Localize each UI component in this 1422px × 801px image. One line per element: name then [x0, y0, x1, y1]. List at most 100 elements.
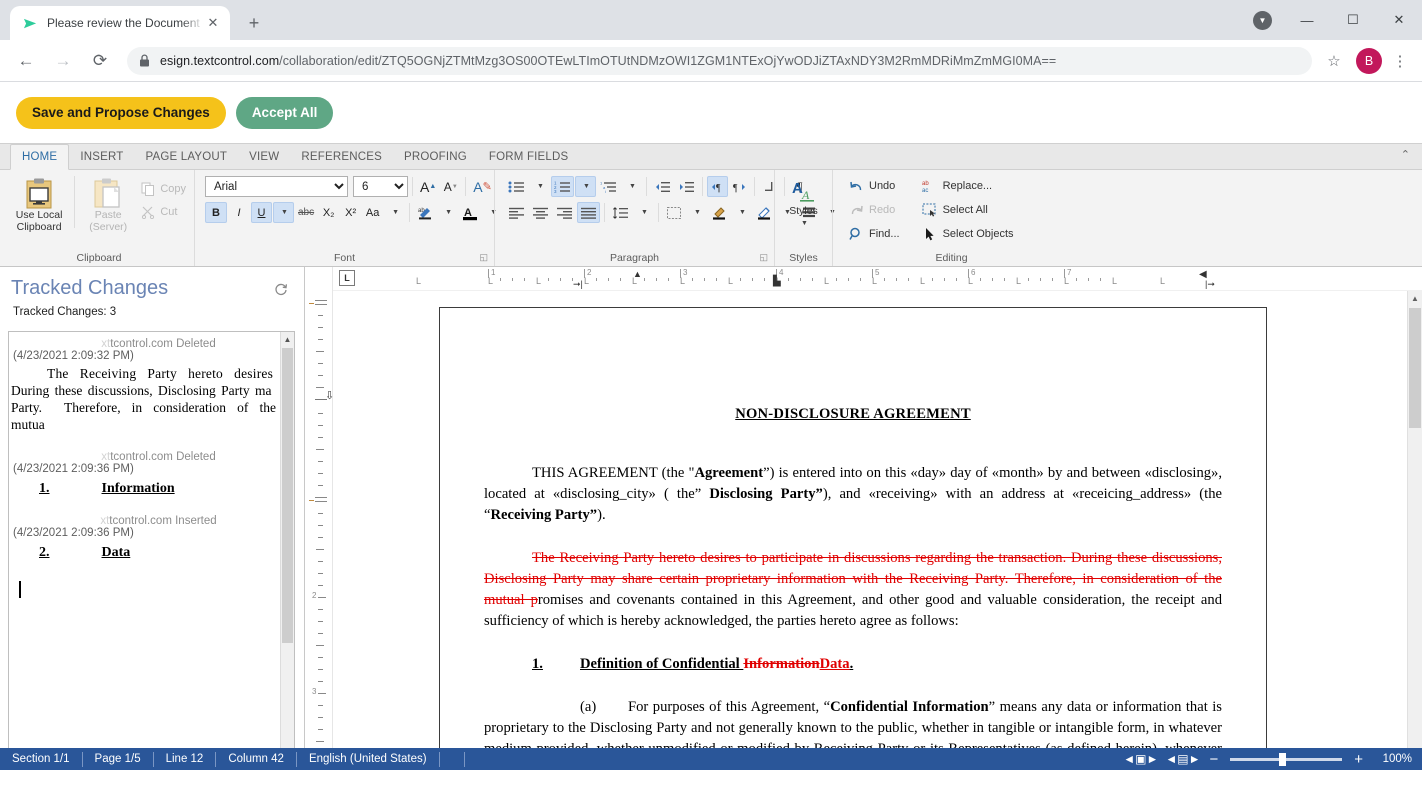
increase-indent-icon[interactable] [675, 176, 698, 197]
list-item[interactable]: xttcontrol.com Deleted (4/23/2021 2:09:3… [9, 332, 294, 437]
rtl-icon[interactable]: ¶ [729, 176, 750, 197]
tracked-changes-scrollbar[interactable]: ▲ [280, 332, 294, 748]
tab-form-fields[interactable]: FORM FIELDS [478, 144, 580, 169]
ltr-icon[interactable]: ¶ [707, 176, 728, 197]
numbered-list-icon[interactable]: 123 [551, 176, 574, 197]
avatar[interactable]: B [1356, 47, 1382, 74]
status-section[interactable]: Section 1/1 [0, 751, 83, 767]
save-and-propose-changes-button[interactable]: Save and Propose Changes [16, 96, 226, 129]
fit-page-icon[interactable]: ◄▣► [1123, 752, 1158, 766]
document-canvas[interactable]: NON-DISCLOSURE AGREEMENT THIS AGREEMENT … [333, 291, 1422, 748]
tab-references[interactable]: REFERENCES [290, 144, 393, 169]
text-highlight-button[interactable]: ab [414, 202, 436, 223]
document-page[interactable]: NON-DISCLOSURE AGREEMENT THIS AGREEMENT … [439, 307, 1267, 748]
shading-dropdown-icon[interactable]: ▼ [731, 202, 752, 223]
zoom-slider[interactable] [1230, 752, 1343, 766]
zoom-slider-thumb[interactable] [1279, 752, 1287, 766]
maximize-icon[interactable]: ☐ [1330, 0, 1376, 40]
font-dialog-launcher[interactable]: ◱ [479, 250, 488, 265]
left-indent-marker[interactable]: ➞| [573, 279, 583, 290]
bookmark-star-icon[interactable]: ☆ [1320, 47, 1348, 75]
close-icon[interactable]: ✕ [204, 14, 222, 32]
list-item[interactable]: xttcontrol.com Inserted (4/23/2021 2:09:… [9, 501, 294, 565]
status-line[interactable]: Line 12 [154, 751, 217, 767]
decrease-indent-icon[interactable] [651, 176, 674, 197]
tab-home[interactable]: HOME [10, 144, 70, 170]
align-center-icon[interactable] [529, 202, 552, 223]
page-width-icon[interactable]: ◄▤► [1165, 752, 1200, 766]
styles-dropdown-icon[interactable]: ▼ [801, 218, 808, 230]
status-column[interactable]: Column 42 [216, 751, 297, 767]
line-spacing-icon[interactable] [609, 202, 632, 223]
minimize-icon[interactable]: — [1284, 0, 1330, 40]
zoom-in-button[interactable]: + [1352, 751, 1365, 768]
back-icon[interactable]: ← [10, 45, 42, 77]
scroll-up-icon[interactable]: ▲ [281, 332, 294, 347]
superscript-button[interactable]: X² [340, 202, 361, 223]
grow-font-button[interactable]: A ▲ [417, 176, 439, 197]
zoom-out-button[interactable]: − [1207, 751, 1220, 768]
bold-button[interactable]: B [205, 202, 227, 223]
align-right-icon[interactable] [553, 202, 576, 223]
change-case-dropdown-icon[interactable]: ▼ [384, 202, 405, 223]
vertical-ruler[interactable]: ⇩ 2 3 [305, 267, 334, 748]
scrollbar-thumb[interactable] [1409, 308, 1421, 428]
reload-icon[interactable]: ⟳ [84, 45, 116, 77]
new-tab-button[interactable]: + [240, 9, 268, 37]
italic-button[interactable]: I [228, 202, 250, 223]
subscript-button[interactable]: X₂ [318, 202, 339, 223]
align-justify-icon[interactable] [577, 202, 600, 223]
bullet-list-icon[interactable] [505, 176, 528, 197]
tab-insert[interactable]: INSERT [69, 144, 134, 169]
paste-server-button[interactable]: Paste (Server) [81, 176, 135, 233]
font-size-select[interactable]: 6 [353, 176, 408, 197]
document-scrollbar[interactable]: ▲ [1407, 291, 1422, 748]
collapse-ribbon-icon[interactable]: ⌃ [1401, 148, 1410, 161]
multilevel-list-dropdown-icon[interactable]: ▼ [621, 176, 642, 197]
tab-stop-selector[interactable]: L [339, 270, 355, 286]
accept-all-button[interactable]: Accept All [235, 96, 334, 129]
browser-menu-icon[interactable]: ⋮ [1388, 47, 1412, 75]
para-highlight-icon[interactable] [753, 202, 775, 223]
select-objects-button[interactable]: Select Objects [918, 224, 1018, 244]
scrollbar-thumb[interactable] [282, 348, 293, 643]
first-line-indent-marker[interactable]: ▲ [633, 269, 642, 279]
refresh-icon[interactable] [274, 283, 288, 300]
line-spacing-dropdown-icon[interactable]: ▼ [633, 202, 654, 223]
browser-tab[interactable]: Please review the Document - Te ✕ [10, 6, 230, 40]
tab-page-layout[interactable]: PAGE LAYOUT [134, 144, 238, 169]
forward-icon[interactable]: → [47, 45, 79, 77]
numbered-list-dropdown-icon[interactable]: ▼ [575, 176, 596, 197]
text-highlight-dropdown-icon[interactable]: ▼ [437, 202, 458, 223]
underline-dropdown-icon[interactable]: ▼ [273, 202, 294, 223]
status-page[interactable]: Page 1/5 [83, 751, 154, 767]
align-left-icon[interactable] [505, 202, 528, 223]
find-button[interactable]: Find... [845, 224, 904, 244]
styles-button[interactable]: A A Styles ▼ [779, 176, 828, 229]
scroll-up-icon[interactable]: ▲ [1408, 291, 1422, 306]
hanging-indent-marker[interactable]: ▙ [773, 276, 781, 287]
clear-formatting-button[interactable]: A ✎ [470, 176, 495, 197]
status-language[interactable]: English (United States) [297, 751, 440, 767]
bullet-list-dropdown-icon[interactable]: ▼ [529, 176, 550, 197]
change-case-button[interactable]: Aa [362, 202, 383, 223]
shading-icon[interactable] [708, 202, 730, 223]
window-close-icon[interactable]: ✕ [1376, 0, 1422, 40]
paragraph-dialog-launcher[interactable]: ◱ [759, 250, 768, 265]
redo-button[interactable]: Redo [845, 200, 904, 220]
horizontal-ruler[interactable]: L 1 2 3 4 5 6 7 L LL LL LL LL LL LL LL L [333, 267, 1422, 291]
multilevel-list-icon[interactable]: 1ai [597, 176, 620, 197]
borders-icon[interactable] [663, 202, 685, 223]
underline-button[interactable]: U [251, 202, 272, 223]
right-margin-marker[interactable]: |➞ [1205, 279, 1215, 290]
select-all-button[interactable]: Select All [918, 200, 1018, 220]
address-bar[interactable]: esign.textcontrol.com/collaboration/edit… [127, 46, 1312, 75]
replace-button[interactable]: ab ac Replace... [918, 176, 1018, 196]
undo-button[interactable]: Undo [845, 176, 904, 196]
use-local-clipboard-button[interactable]: Use Local Clipboard [12, 176, 66, 233]
copy-button[interactable]: Copy [137, 179, 190, 199]
font-family-select[interactable]: Arial [205, 176, 348, 197]
strikethrough-button[interactable]: abc [295, 202, 317, 223]
tab-view[interactable]: VIEW [238, 144, 290, 169]
tab-proofing[interactable]: PROOFING [393, 144, 478, 169]
